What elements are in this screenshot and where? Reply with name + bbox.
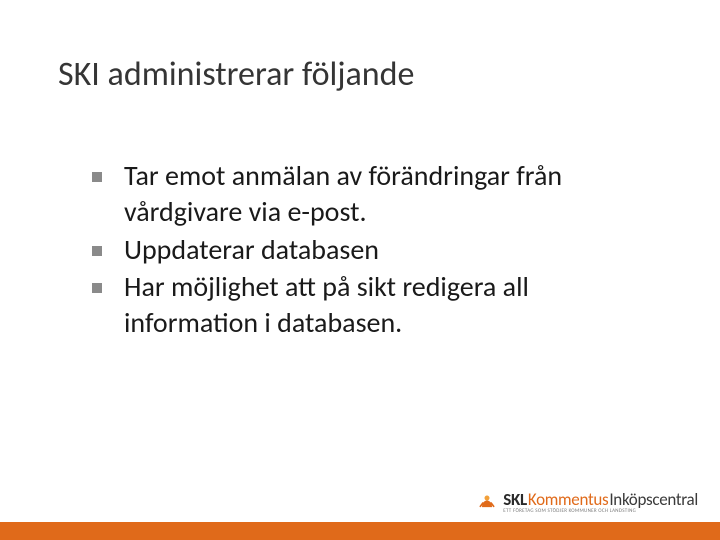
bullet-square-icon bbox=[92, 246, 102, 256]
logo-text-block: SKL Kommentus Inköpscentral ETT FÖRETAG … bbox=[503, 491, 698, 514]
footer-accent-bar bbox=[0, 522, 720, 540]
bullet-square-icon bbox=[92, 283, 102, 293]
bullet-text: Tar emot anmälan av förändringar från vå… bbox=[124, 158, 660, 230]
bullet-text: Har möjlighet att på sikt redigera all i… bbox=[124, 269, 660, 341]
logo-part-inkop: Inköpscentral bbox=[609, 491, 698, 508]
bullet-square-icon bbox=[92, 172, 102, 182]
logo-part-skl: SKL bbox=[503, 491, 527, 508]
list-item: Tar emot anmälan av förändringar från vå… bbox=[92, 158, 660, 230]
slide-body: Tar emot anmälan av förändringar från vå… bbox=[92, 158, 660, 343]
bullet-text: Uppdaterar databasen bbox=[124, 232, 379, 268]
list-item: Uppdaterar databasen bbox=[92, 232, 660, 268]
list-item: Har möjlighet att på sikt redigera all i… bbox=[92, 269, 660, 341]
slide-title-area: SKI administrerar följande bbox=[0, 54, 720, 95]
slide-title: SKI administrerar följande bbox=[58, 54, 720, 95]
logo-tagline: ETT FÖRETAG SOM STÖDJER KOMMUNER OCH LAN… bbox=[503, 509, 698, 514]
logo-part-kommentus: Kommentus bbox=[528, 491, 608, 508]
footer-logo: SKL Kommentus Inköpscentral ETT FÖRETAG … bbox=[477, 491, 698, 514]
logo-figure-icon bbox=[477, 493, 497, 513]
logo-wordmark: SKL Kommentus Inköpscentral bbox=[503, 491, 698, 508]
